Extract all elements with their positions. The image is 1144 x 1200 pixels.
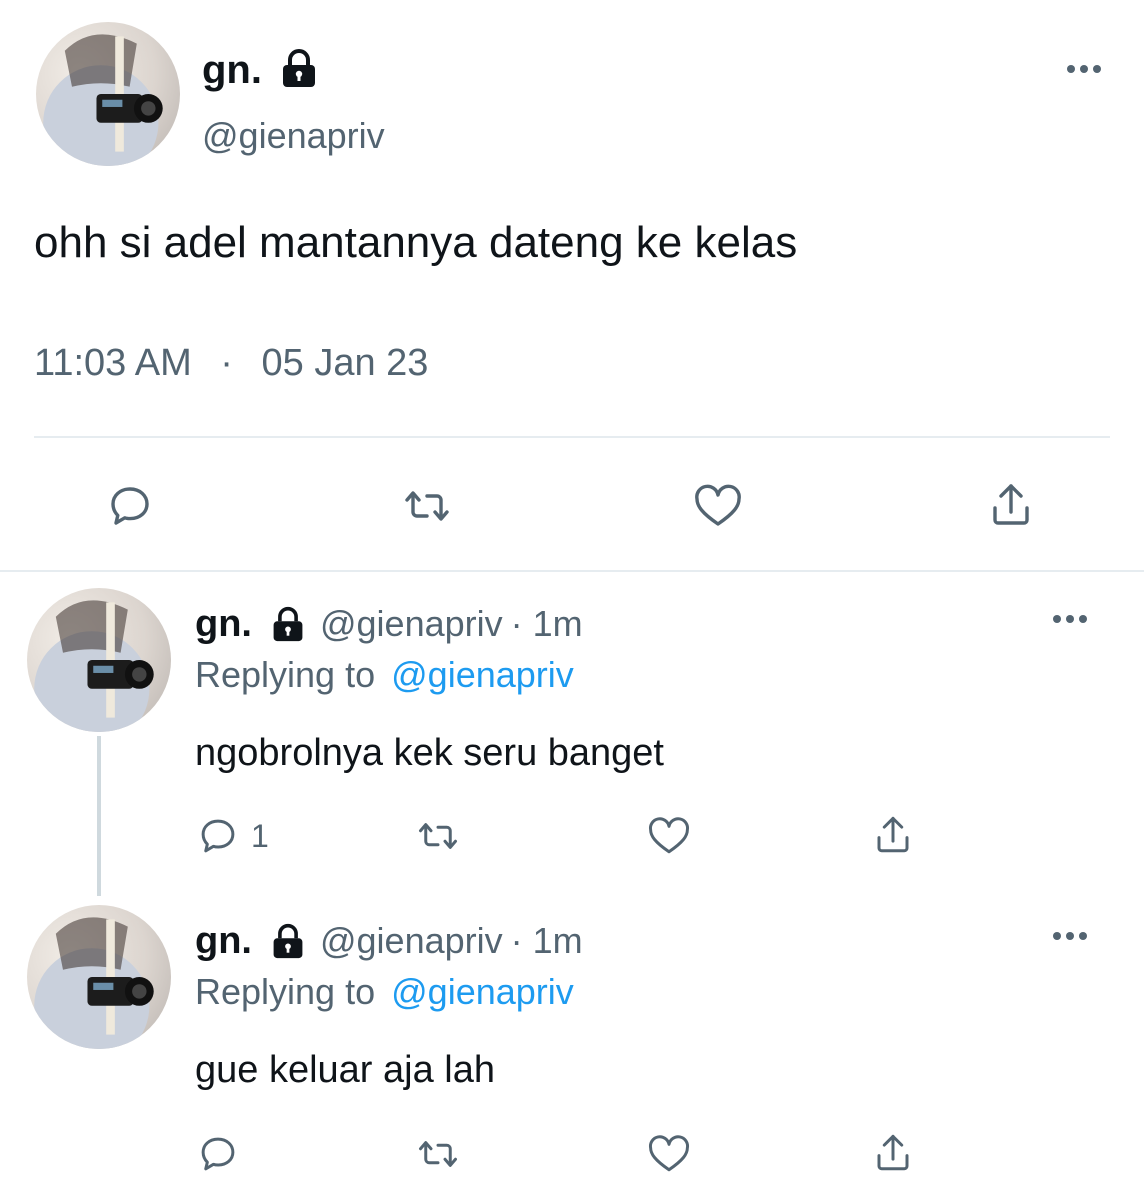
reply-header: gn. @gienapriv · 1m xyxy=(195,602,583,646)
reply-time[interactable]: · 1m xyxy=(511,919,583,963)
thread-line xyxy=(97,736,101,896)
retweet-icon[interactable] xyxy=(399,482,455,530)
reply-time[interactable]: · 1m xyxy=(511,602,583,646)
like-icon[interactable] xyxy=(692,482,744,530)
lock-icon xyxy=(268,606,308,642)
replying-to-line: Replying to @gienapriv xyxy=(195,970,574,1014)
reply-avatar[interactable] xyxy=(27,905,171,1049)
reply-icon[interactable] xyxy=(106,482,154,530)
reply-handle[interactable]: @gienapriv xyxy=(320,602,503,646)
share-icon[interactable] xyxy=(987,480,1035,530)
divider xyxy=(34,436,1110,438)
timestamp-line: 11:03 AM · 05 Jan 23 xyxy=(34,340,428,386)
reply-text: gue keluar aja lah xyxy=(195,1049,495,1091)
main-handle[interactable]: @gienapriv xyxy=(202,114,385,158)
lock-icon xyxy=(277,48,321,88)
replying-to-label: Replying to xyxy=(195,971,376,1012)
tweet-date[interactable]: 05 Jan 23 xyxy=(262,342,429,384)
reply-header: gn. @gienapriv · 1m xyxy=(195,919,583,963)
like-icon[interactable] xyxy=(646,815,692,857)
avatar-photo xyxy=(43,34,163,166)
section-divider xyxy=(0,570,1144,572)
replying-to-handle[interactable]: @gienapriv xyxy=(391,971,574,1012)
tweet-time[interactable]: 11:03 AM xyxy=(34,342,192,384)
replying-to-label: Replying to xyxy=(195,654,376,695)
reply-count: 1 xyxy=(251,817,269,854)
replying-to-handle[interactable]: @gienapriv xyxy=(391,654,574,695)
share-icon[interactable] xyxy=(872,1131,914,1175)
separator-dot: · xyxy=(220,342,233,384)
main-display-name[interactable]: gn. xyxy=(202,46,262,94)
share-icon[interactable] xyxy=(872,813,914,857)
main-tweet-text: ohh si adel mantannya dateng ke kelas xyxy=(34,218,798,267)
reply-handle[interactable]: @gienapriv xyxy=(320,919,503,963)
like-icon[interactable] xyxy=(646,1133,692,1175)
retweet-icon[interactable] xyxy=(413,815,463,857)
retweet-icon[interactable] xyxy=(413,1133,463,1175)
more-icon[interactable] xyxy=(1053,932,1087,940)
lock-icon xyxy=(268,923,308,959)
reply-icon[interactable]: 1 xyxy=(197,815,269,857)
replying-to-line: Replying to @gienapriv xyxy=(195,653,574,697)
avatar-photo xyxy=(34,600,154,732)
more-icon[interactable] xyxy=(1067,65,1101,73)
reply-icon[interactable] xyxy=(197,1133,239,1175)
reply-avatar[interactable] xyxy=(27,588,171,732)
more-icon[interactable] xyxy=(1053,615,1087,623)
main-avatar[interactable] xyxy=(36,22,180,166)
reply-display-name[interactable]: gn. xyxy=(195,919,252,963)
reply-display-name[interactable]: gn. xyxy=(195,602,252,646)
reply-text: ngobrolnya kek seru banget xyxy=(195,732,664,774)
avatar-photo xyxy=(34,917,154,1049)
